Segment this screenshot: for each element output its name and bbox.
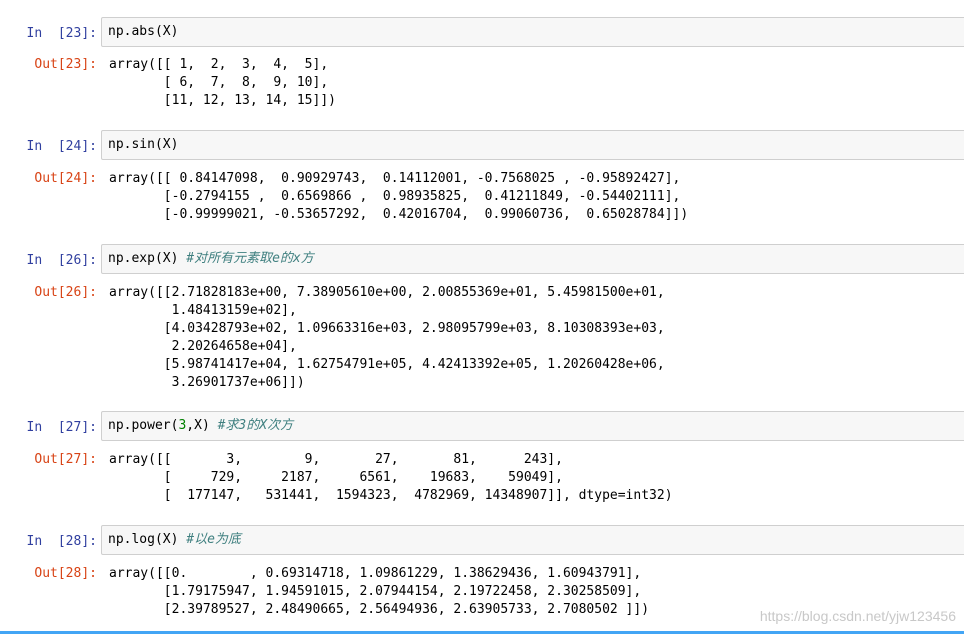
function-call: np.power <box>108 418 171 433</box>
code-input-cell[interactable]: np.power(3,X) #求3的X次方 <box>101 411 964 441</box>
code-comment: #对所有元素取e的x方 <box>186 251 314 266</box>
output-prompt: Out[23]: <box>34 57 97 72</box>
code-input-cell[interactable]: np.sin(X) <box>101 130 964 160</box>
paren-open: ( <box>154 532 163 547</box>
output-prompt: Out[24]: <box>34 171 97 186</box>
argument: X <box>162 137 171 152</box>
input-prompt: In [27]: <box>26 420 97 435</box>
input-prompt: In [24]: <box>26 139 97 154</box>
cell-output: array([[ 3, 9, 27, 81, 243], [ 729, 2187… <box>109 452 673 503</box>
paren-open: ( <box>154 24 163 39</box>
argument: X <box>162 24 171 39</box>
cell-output: array([[0. , 0.69314718, 1.09861229, 1.3… <box>109 566 650 617</box>
paren-open: ( <box>154 251 163 266</box>
argument: ,X <box>186 418 202 433</box>
code-input-cell[interactable]: np.abs(X) <box>101 17 964 47</box>
paren-close: ) <box>170 24 179 39</box>
cell-output: array([[2.71828183e+00, 7.38905610e+00, … <box>109 285 665 390</box>
function-call: np.log <box>108 532 155 547</box>
input-prompt: In [28]: <box>26 534 97 549</box>
cell-output: array([[ 0.84147098, 0.90929743, 0.14112… <box>109 171 689 222</box>
output-prompt: Out[27]: <box>34 452 97 467</box>
output-prompt: Out[28]: <box>34 566 97 581</box>
paren-close: ) <box>170 532 179 547</box>
paren-open: ( <box>154 137 163 152</box>
paren-close: ) <box>170 137 179 152</box>
code-input-cell[interactable]: np.exp(X) #对所有元素取e的x方 <box>101 244 964 274</box>
paren-close: ) <box>201 418 210 433</box>
code-comment: #以e为底 <box>186 532 241 547</box>
function-call: np.abs <box>108 24 155 39</box>
code-comment: #求3的X次方 <box>217 418 294 433</box>
function-call: np.sin <box>108 137 155 152</box>
paren-close: ) <box>170 251 179 266</box>
output-prompt: Out[26]: <box>34 285 97 300</box>
watermark: https://blog.csdn.net/yjw123456 <box>759 608 956 624</box>
argument: X <box>162 251 171 266</box>
input-prompt: In [26]: <box>26 253 97 268</box>
function-call: np.exp <box>108 251 155 266</box>
code-input-cell[interactable]: np.log(X) #以e为底 <box>101 525 964 555</box>
input-prompt: In [23]: <box>26 26 97 41</box>
cell-output: array([[ 1, 2, 3, 4, 5], [ 6, 7, 8, 9, 1… <box>109 57 336 108</box>
argument: X <box>162 532 171 547</box>
